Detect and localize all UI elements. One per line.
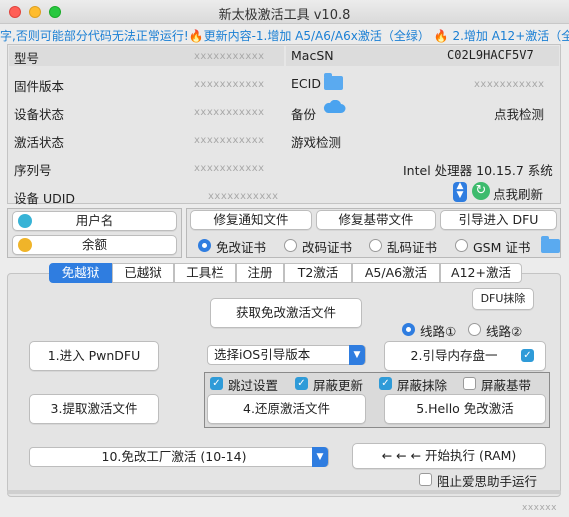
news-marquee: 字,否则可能部分代码无法正常运行!🔥更新内容-1.增加 A5/A6/A6x激活（… xyxy=(0,24,569,44)
tab-a5a6[interactable]: A5/A6激活 xyxy=(352,263,440,283)
boot-ramdisk-check[interactable]: ✓ xyxy=(521,349,534,362)
repair-baseband-button[interactable]: 修复基带文件 xyxy=(316,210,436,230)
username-button[interactable]: 用户名 xyxy=(12,211,177,231)
route-label-0: 线路① xyxy=(420,324,457,339)
option-check-2[interactable]: ✓ xyxy=(379,377,392,390)
udid-value: xxxxxxxxxxx xyxy=(208,191,279,202)
device-status-label: 设备状态 xyxy=(14,107,65,122)
ecid-value: xxxxxxxxxxx xyxy=(474,79,545,90)
hello-activation-button[interactable]: 5.Hello 免改激活 xyxy=(384,394,546,424)
option-check-0[interactable]: ✓ xyxy=(210,377,223,390)
ios-version-select[interactable]: 选择iOS引导版本 ▼ xyxy=(207,345,366,365)
activation-status-label: 激活状态 xyxy=(14,135,65,150)
extract-activation-button[interactable]: 3.提取激活文件 xyxy=(29,394,159,424)
tab-jailbroken[interactable]: 已越狱 xyxy=(112,263,174,283)
tab-t2[interactable]: T2激活 xyxy=(284,263,352,283)
model-value: xxxxxxxxxxx xyxy=(194,51,265,62)
serial-value: xxxxxxxxxxx xyxy=(194,163,265,174)
ios-version-value: 选择iOS引导版本 xyxy=(214,347,311,362)
activation-status-value: xxxxxxxxxxx xyxy=(194,135,265,146)
option-check-1[interactable]: ✓ xyxy=(295,377,308,390)
start-execute-button[interactable]: ← ← ← 开始执行 (RAM) xyxy=(352,443,546,469)
window-title: 新太极激活工具 v10.8 xyxy=(218,8,351,23)
username-label: 用户名 xyxy=(75,213,114,228)
option-label-0: 跳过设置 xyxy=(228,378,279,393)
pwndfu-button[interactable]: 1.进入 PwnDFU xyxy=(29,341,159,371)
restore-activation-button[interactable]: 4.还原激活文件 xyxy=(207,394,366,424)
tab-toolbar[interactable]: 工具栏 xyxy=(174,263,236,283)
route-radio-0[interactable] xyxy=(402,323,415,336)
user-icon xyxy=(18,214,32,228)
tab-no-jailbreak[interactable]: 免越狱 xyxy=(49,263,112,283)
firmware-value: xxxxxxxxxxx xyxy=(194,79,265,90)
factory-chevron-down-icon: ▼ xyxy=(312,447,328,467)
enter-dfu-button[interactable]: 引导进入 DFU xyxy=(440,210,557,230)
block-assistant-check[interactable] xyxy=(419,473,432,486)
repair-notify-button[interactable]: 修复通知文件 xyxy=(190,210,312,230)
device-info-panel xyxy=(7,44,561,204)
block-assistant-label: 阻止爱思助手运行 xyxy=(437,474,538,489)
dfu-wipe-button[interactable]: DFU抹除 xyxy=(472,288,534,310)
balance-button[interactable]: 余额 xyxy=(12,235,177,255)
progress-bar xyxy=(7,490,561,494)
cert-label-3: GSM 证书 xyxy=(473,240,531,255)
route-label-1: 线路② xyxy=(486,324,523,339)
stepper-control[interactable]: ▲ ▼ xyxy=(453,182,467,202)
udid-label: 设备 UDID xyxy=(14,191,76,206)
route-radio-1[interactable] xyxy=(468,323,481,336)
refresh-icon[interactable]: ↻ xyxy=(472,182,490,200)
cert-label-2: 乱码证书 xyxy=(387,240,438,255)
tab-register[interactable]: 注册 xyxy=(236,263,284,283)
macsn-label: MacSN xyxy=(291,48,334,63)
balance-label: 余额 xyxy=(81,237,107,252)
system-info: Intel 处理器 10.15.7 系统 xyxy=(403,163,553,178)
option-label-1: 屏蔽更新 xyxy=(313,378,364,393)
coin-icon xyxy=(18,238,32,252)
footer-text: xxxxxx xyxy=(522,503,557,513)
cloud-icon[interactable] xyxy=(322,100,346,114)
cert-label-1: 改码证书 xyxy=(302,240,353,255)
chevron-down-icon: ▼ xyxy=(349,345,365,365)
device-status-value: xxxxxxxxxxx xyxy=(194,107,265,118)
ecid-label: ECID xyxy=(291,76,321,91)
cert-radio-0[interactable] xyxy=(198,239,211,252)
cert-radio-2[interactable] xyxy=(369,239,382,252)
option-check-3[interactable] xyxy=(463,377,476,390)
firmware-label: 固件版本 xyxy=(14,79,65,94)
cert-folder-icon[interactable] xyxy=(541,236,560,253)
model-label: 型号 xyxy=(14,51,40,66)
cert-radio-1[interactable] xyxy=(284,239,297,252)
factory-activation-select[interactable]: 10.免改工厂激活 (10-14) ▼ xyxy=(29,447,329,467)
backup-label: 备份 xyxy=(291,107,317,122)
refresh-button[interactable]: 点我刷新 xyxy=(493,184,543,203)
option-label-2: 屏蔽抹除 xyxy=(397,378,448,393)
tab-a12[interactable]: A12+激活 xyxy=(440,263,522,283)
cert-label-0: 免改证书 xyxy=(216,240,267,255)
get-activation-file-button[interactable]: 获取免改激活文件 xyxy=(210,298,362,328)
cert-radio-3[interactable] xyxy=(455,239,468,252)
option-label-3: 屏蔽基带 xyxy=(481,378,532,393)
macsn-value: C02L9HACF5V7 xyxy=(447,48,534,62)
game-detect-label: 游戏检测 xyxy=(291,135,342,150)
backup-check-link[interactable]: 点我检测 xyxy=(494,104,544,123)
serial-label: 序列号 xyxy=(14,163,52,178)
folder-icon[interactable] xyxy=(324,73,343,90)
factory-activation-value: 10.免改工厂激活 (10-14) xyxy=(101,449,247,464)
